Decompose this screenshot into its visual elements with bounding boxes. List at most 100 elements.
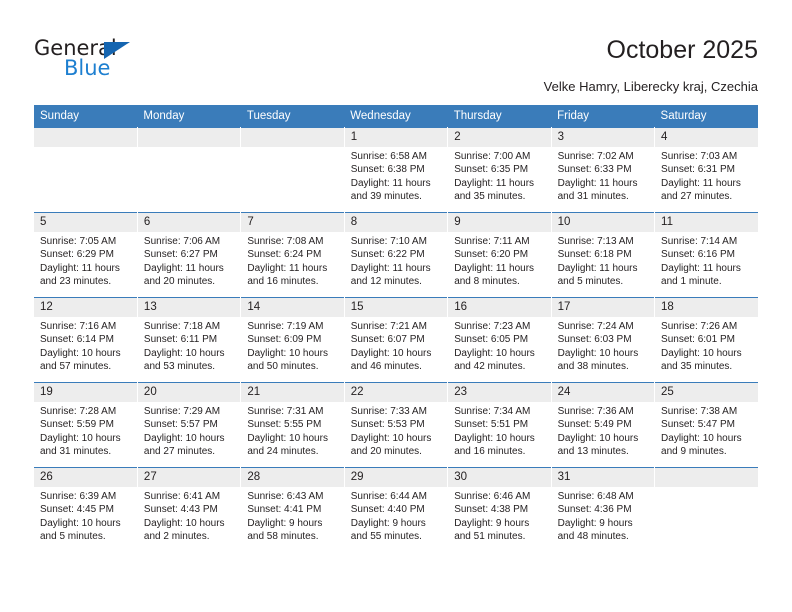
- calendar-cell-day-14[interactable]: 14 Sunrise: 7:19 AM Sunset: 6:09 PM Dayligh…: [240, 297, 345, 383]
- calendar-cell-day-19[interactable]: 19 Sunrise: 7:28 AM Sunset: 5:59 PM Dayligh…: [34, 382, 138, 468]
- day-detail-line: Sunrise: 7:13 AM: [557, 236, 634, 247]
- calendar-cell-day-25[interactable]: 25 Sunrise: 7:38 AM Sunset: 5:47 PM Dayligh…: [654, 382, 758, 468]
- calendar-cell-day-11[interactable]: 11 Sunrise: 7:14 AM Sunset: 6:16 PM Dayligh…: [654, 212, 758, 298]
- page-header: General Blue October 2025 Velke Hamry, L…: [0, 0, 792, 100]
- calendar-cell-day-8[interactable]: 8 Sunrise: 7:10 AM Sunset: 6:22 PM Daylight…: [344, 212, 449, 298]
- day-details: Sunrise: 7:29 AM Sunset: 5:57 PM Daylight:…: [138, 402, 240, 459]
- day-detail-line: Sunset: 6:11 PM: [143, 334, 218, 346]
- calendar-cell-day-21[interactable]: 21 Sunrise: 7:31 AM Sunset: 5:55 PM Dayligh…: [240, 382, 345, 468]
- day-details: Sunrise: 7:06 AM Sunset: 6:27 PM Daylight:…: [138, 232, 240, 289]
- calendar-cell-day-20[interactable]: 20 Sunrise: 7:29 AM Sunset: 5:57 PM Dayligh…: [137, 382, 242, 468]
- day-detail-line: Sunset: 4:41 PM: [247, 504, 322, 516]
- day-detail-line: Sunrise: 7:19 AM: [247, 321, 324, 332]
- day-detail-line: Daylight: 11 hours: [350, 177, 431, 189]
- weekday-header-saturday: Saturday: [654, 105, 758, 128]
- day-details: Sunrise: 6:58 AM Sunset: 6:38 PM Daylight:…: [345, 147, 447, 204]
- weekday-header-sunday: Sunday: [34, 105, 138, 128]
- day-number: 26: [34, 468, 137, 487]
- day-detail-line: Daylight: 10 hours: [661, 347, 742, 359]
- calendar-cell-day-26[interactable]: 26 Sunrise: 6:39 AM Sunset: 4:45 PM Dayligh…: [34, 467, 138, 552]
- day-details: Sunrise: 7:10 AM Sunset: 6:22 PM Daylight:…: [345, 232, 447, 289]
- day-detail-line: Sunrise: 6:43 AM: [247, 491, 324, 502]
- day-detail-line: and 13 minutes.: [557, 446, 629, 458]
- day-details: Sunrise: 7:28 AM Sunset: 5:59 PM Daylight:…: [34, 402, 137, 459]
- calendar-cell-day-5[interactable]: 5 Sunrise: 7:05 AM Sunset: 6:29 PM Daylight…: [34, 212, 138, 298]
- calendar-cell-day-17[interactable]: 17 Sunrise: 7:24 AM Sunset: 6:03 PM Dayligh…: [551, 297, 656, 383]
- calendar-cell-day-23[interactable]: 23 Sunrise: 7:34 AM Sunset: 5:51 PM Dayligh…: [447, 382, 552, 468]
- calendar-cell-day-30[interactable]: 30 Sunrise: 6:46 AM Sunset: 4:38 PM Dayligh…: [447, 467, 552, 552]
- sunrise-sunset-calendar: Sunday Monday Tuesday Wednesday Thursday Frid…: [34, 105, 758, 552]
- day-detail-line: Daylight: 11 hours: [557, 262, 638, 274]
- calendar-cell-day-4[interactable]: 4 Sunrise: 7:03 AM Sunset: 6:31 PM Daylight…: [654, 127, 758, 213]
- day-number: [655, 468, 758, 487]
- day-detail-line: Sunset: 5:59 PM: [40, 419, 114, 431]
- day-number: 9: [448, 213, 551, 232]
- day-number: 31: [551, 468, 655, 487]
- calendar-cell-day-3[interactable]: 3 Sunrise: 7:02 AM Sunset: 6:33 PM Daylight…: [551, 127, 656, 213]
- day-detail-line: Daylight: 11 hours: [557, 177, 638, 189]
- day-detail-line: Sunset: 4:43 PM: [143, 504, 218, 516]
- day-details: Sunrise: 7:36 AM Sunset: 5:49 PM Daylight:…: [552, 402, 654, 459]
- weekday-header-monday: Monday: [137, 105, 241, 128]
- day-detail-line: Sunrise: 7:28 AM: [40, 406, 117, 417]
- day-details: Sunrise: 6:48 AM Sunset: 4:36 PM Daylight:…: [552, 487, 654, 544]
- day-detail-line: Daylight: 10 hours: [350, 347, 432, 359]
- day-detail-line: and 5 minutes.: [557, 276, 624, 288]
- calendar-cell-day-10[interactable]: 10 Sunrise: 7:13 AM Sunset: 6:18 PM Dayligh…: [551, 212, 656, 298]
- day-detail-line: Sunrise: 6:46 AM: [454, 491, 531, 502]
- day-detail-line: and 50 minutes.: [247, 361, 319, 373]
- calendar-cell-day-15[interactable]: 15 Sunrise: 7:21 AM Sunset: 6:07 PM Dayligh…: [344, 297, 449, 383]
- day-detail-line: Sunrise: 7:16 AM: [40, 321, 117, 332]
- day-detail-line: and 31 minutes.: [557, 191, 629, 203]
- day-details: Sunrise: 6:41 AM Sunset: 4:43 PM Daylight:…: [138, 487, 240, 544]
- day-detail-line: Daylight: 9 hours: [247, 517, 323, 529]
- calendar-cell-day-22[interactable]: 22 Sunrise: 7:33 AM Sunset: 5:53 PM Dayligh…: [344, 382, 449, 468]
- day-detail-line: Daylight: 11 hours: [247, 262, 328, 274]
- day-detail-line: Daylight: 11 hours: [454, 177, 535, 189]
- day-details: Sunrise: 7:05 AM Sunset: 6:29 PM Daylight:…: [34, 232, 137, 289]
- day-detail-line: Sunrise: 7:18 AM: [143, 321, 221, 332]
- calendar-cell-day-6[interactable]: 6 Sunrise: 7:06 AM Sunset: 6:27 PM Daylight…: [137, 212, 242, 298]
- day-detail-line: Sunrise: 7:36 AM: [557, 406, 634, 417]
- day-detail-line: Sunrise: 7:11 AM: [454, 236, 530, 247]
- calendar-cell-day-7[interactable]: 7 Sunrise: 7:08 AM Sunset: 6:24 PM Daylight…: [240, 212, 345, 298]
- day-details: Sunrise: 7:02 AM Sunset: 6:33 PM Daylight:…: [552, 147, 654, 204]
- day-number: 17: [551, 298, 655, 317]
- day-detail-line: Sunset: 6:35 PM: [454, 164, 529, 176]
- day-number: 5: [34, 213, 137, 232]
- calendar-cell-day-16[interactable]: 16 Sunrise: 7:23 AM Sunset: 6:05 PM Dayligh…: [447, 297, 552, 383]
- day-number: 11: [655, 213, 758, 232]
- day-number: 18: [655, 298, 758, 317]
- general-blue-logo[interactable]: General Blue: [34, 36, 234, 84]
- calendar-cell-day-27[interactable]: 27 Sunrise: 6:41 AM Sunset: 4:43 PM Dayligh…: [137, 467, 242, 552]
- calendar-cell-day-31[interactable]: 31 Sunrise: 6:48 AM Sunset: 4:36 PM Dayligh…: [551, 467, 656, 552]
- day-detail-line: and 12 minutes.: [350, 276, 422, 288]
- day-detail-line: and 38 minutes.: [557, 361, 629, 373]
- day-detail-line: Sunrise: 7:24 AM: [557, 321, 634, 332]
- calendar-cell-day-28[interactable]: 28 Sunrise: 6:43 AM Sunset: 4:41 PM Dayligh…: [240, 467, 345, 552]
- day-number: 29: [344, 468, 448, 487]
- day-detail-line: and 23 minutes.: [40, 276, 112, 288]
- day-details: Sunrise: 6:43 AM Sunset: 4:41 PM Daylight:…: [241, 487, 343, 544]
- day-number: 27: [137, 468, 241, 487]
- calendar-cell-day-24[interactable]: 24 Sunrise: 7:36 AM Sunset: 5:49 PM Dayligh…: [551, 382, 656, 468]
- calendar-cell-day-1[interactable]: 1 Sunrise: 6:58 AM Sunset: 6:38 PM Daylight…: [344, 127, 449, 213]
- day-detail-line: Sunset: 4:45 PM: [40, 504, 114, 516]
- day-detail-line: Sunrise: 7:29 AM: [143, 406, 221, 417]
- calendar-cell-day-29[interactable]: 29 Sunrise: 6:44 AM Sunset: 4:40 PM Dayligh…: [344, 467, 449, 552]
- calendar-cell-empty: [654, 467, 758, 552]
- day-detail-line: Sunrise: 7:38 AM: [661, 406, 738, 417]
- day-number: 12: [34, 298, 137, 317]
- calendar-cell-day-12[interactable]: 12 Sunrise: 7:16 AM Sunset: 6:14 PM Dayligh…: [34, 297, 138, 383]
- calendar-cell-day-9[interactable]: 9 Sunrise: 7:11 AM Sunset: 6:20 PM Daylight…: [447, 212, 552, 298]
- calendar-cell-day-18[interactable]: 18 Sunrise: 7:26 AM Sunset: 6:01 PM Dayligh…: [654, 297, 758, 383]
- calendar-cell-day-13[interactable]: 13 Sunrise: 7:18 AM Sunset: 6:11 PM Dayligh…: [137, 297, 242, 383]
- day-detail-line: Sunrise: 7:34 AM: [454, 406, 531, 417]
- day-number: 21: [241, 383, 344, 402]
- calendar-cell-day-2[interactable]: 2 Sunrise: 7:00 AM Sunset: 6:35 PM Daylight…: [447, 127, 552, 213]
- day-number: 23: [448, 383, 551, 402]
- day-detail-line: Sunset: 6:01 PM: [661, 334, 735, 346]
- day-details: Sunrise: 7:19 AM Sunset: 6:09 PM Daylight:…: [241, 317, 343, 374]
- day-detail-line: Daylight: 11 hours: [40, 262, 120, 274]
- day-number: [137, 128, 241, 147]
